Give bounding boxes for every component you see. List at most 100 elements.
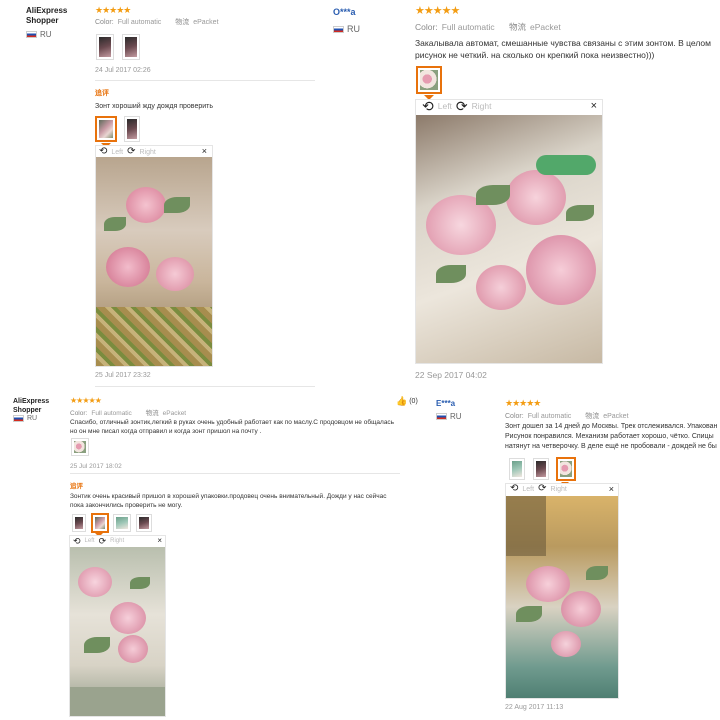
rotate-left-icon[interactable]: ⟲ <box>422 99 434 113</box>
rotate-left-button[interactable]: Left <box>522 486 534 493</box>
thumb-up-icon[interactable]: 👍 <box>396 396 407 407</box>
flag-ru-icon <box>26 31 37 38</box>
rotate-right-button[interactable]: Right <box>110 538 124 544</box>
shipping-value: ePacket <box>162 410 187 417</box>
divider <box>95 386 315 387</box>
order-meta: Color: Full automatic 物流 ePacket <box>505 411 629 421</box>
additional-feedback-date: 25 Jul 2017 23:32 <box>95 372 151 379</box>
color-label: Color: <box>70 410 88 417</box>
rotate-left-icon[interactable]: ⟲ <box>99 147 107 157</box>
rating-stars: ★★★★★ <box>505 398 541 408</box>
rating-stars: ★★★★★ <box>95 5 131 15</box>
review-thumbnail-selected[interactable] <box>91 513 109 533</box>
viewer-toolbar: ⟲ Left ⟳ Right <box>422 99 602 113</box>
color-label: Color: <box>505 413 524 420</box>
country-code: RU <box>40 30 52 39</box>
review-thumbnail[interactable] <box>72 514 86 532</box>
image-viewer: ⟲ Left ⟳ Right × <box>95 145 213 367</box>
review-date: 22 Aug 2017 11:13 <box>505 704 564 711</box>
image-viewer: ⟲ Left ⟳ Right × <box>505 483 619 699</box>
rotate-right-button[interactable]: Right <box>139 149 155 156</box>
flag-ru-icon <box>333 25 344 33</box>
reviewer-country: RU <box>436 412 462 421</box>
review-thumbnail-selected[interactable] <box>95 116 117 142</box>
review-photo <box>416 115 602 363</box>
review-text: Спасибо, отличный зонтик,легкий в руках … <box>70 419 395 435</box>
additional-feedback-text: Зонтик очень красивый пришол в хорошей у… <box>70 493 387 509</box>
review-date: 25 Jul 2017 18:02 <box>70 463 122 470</box>
rating-stars: ★★★★★ <box>70 396 102 405</box>
rotate-right-icon[interactable]: ⟳ <box>538 484 546 494</box>
shipping-label: 物流 <box>508 22 526 32</box>
review-thumbnail[interactable] <box>96 34 114 60</box>
viewer-toolbar: ⟲ Left ⟳ Right <box>99 147 212 157</box>
divider <box>70 473 400 474</box>
divider <box>95 80 315 81</box>
flag-ru-icon <box>13 415 24 422</box>
viewer-toolbar: ⟲ Left ⟳ Right <box>73 536 165 546</box>
review-photo <box>70 547 165 716</box>
close-icon[interactable]: × <box>609 484 614 494</box>
reviewer-country: RU <box>333 24 360 34</box>
review-thumbnail[interactable] <box>533 458 549 480</box>
rotate-left-button[interactable]: Left <box>111 149 123 156</box>
close-icon[interactable]: × <box>157 536 162 545</box>
reviewer-name[interactable]: E***a <box>436 399 455 409</box>
viewer-toolbar: ⟲ Left ⟳ Right <box>510 484 618 494</box>
review-date: 22 Sep 2017 04:02 <box>415 370 487 380</box>
country-code: RU <box>347 24 360 34</box>
country-code: RU <box>27 415 38 422</box>
shipping-value: ePacket <box>193 19 219 26</box>
close-icon[interactable]: × <box>202 146 207 156</box>
country-code: RU <box>450 412 462 421</box>
additional-feedback-text: Зонт хороший жду дождя проверить <box>95 103 213 110</box>
review-thumbnail-selected[interactable] <box>556 457 576 481</box>
rotate-right-button[interactable]: Right <box>472 101 492 111</box>
color-value: Full automatic <box>441 22 495 32</box>
color-value: Full automatic <box>91 410 132 417</box>
shipping-label: 物流 <box>175 19 190 26</box>
additional-feedback-label: 追评 <box>70 483 83 490</box>
additional-feedback-label: 追评 <box>95 90 109 97</box>
color-label: Color: <box>415 22 438 32</box>
shipping-label: 物流 <box>585 413 600 420</box>
review-thumbnail[interactable] <box>509 458 525 480</box>
review-thumbnail[interactable] <box>113 514 131 532</box>
review-photo <box>96 157 212 366</box>
review-text: Зонт дошел за 14 дней до Москвы. Трек от… <box>505 423 718 450</box>
review-thumbnail-selected[interactable] <box>416 66 442 94</box>
rotate-right-icon[interactable]: ⟳ <box>127 147 135 157</box>
color-value: Full automatic <box>527 413 572 420</box>
review-photo <box>506 496 618 698</box>
shipping-value: ePacket <box>603 413 629 420</box>
image-viewer: ⟲ Left ⟳ Right × <box>415 99 603 364</box>
rotate-right-button[interactable]: Right <box>550 486 566 493</box>
helpful-vote[interactable]: 👍 (0) <box>396 396 418 407</box>
flag-ru-icon <box>436 413 447 420</box>
review-date: 24 Jul 2017 02:26 <box>95 67 151 74</box>
review-text: Закалывала автомат, смешанные чувства св… <box>415 38 711 60</box>
rotate-left-icon[interactable]: ⟲ <box>73 536 81 546</box>
reviewer-country: RU <box>13 415 37 422</box>
rotate-left-button[interactable]: Left <box>85 538 95 544</box>
reviewer-name[interactable]: O***a <box>333 7 356 18</box>
order-meta: Color: Full automatic 物流 ePacket <box>415 21 561 33</box>
review-thumbnail[interactable] <box>136 514 152 532</box>
rotate-right-icon[interactable]: ⟳ <box>456 99 468 113</box>
review-thumbnail[interactable] <box>122 34 140 60</box>
image-viewer: ⟲ Left ⟳ Right × <box>69 535 166 717</box>
shipping-value: ePacket <box>530 22 561 32</box>
order-meta: Color: Full automatic 物流 ePacket <box>95 17 219 27</box>
color-value: Full automatic <box>117 19 162 26</box>
close-icon[interactable]: × <box>591 100 597 112</box>
rotate-right-icon[interactable]: ⟳ <box>99 536 107 546</box>
reviewer-country: RU <box>26 30 52 39</box>
rotate-left-button[interactable]: Left <box>438 101 452 111</box>
review-thumbnail[interactable] <box>71 438 89 456</box>
reviewer-name[interactable]: AliExpress Shopper <box>26 6 86 26</box>
review-thumbnail[interactable] <box>124 116 140 142</box>
reviewer-name[interactable]: AliExpress Shopper <box>13 397 68 415</box>
rotate-left-icon[interactable]: ⟲ <box>510 484 518 494</box>
order-meta: Color: Full automatic 物流 ePacket <box>70 407 186 417</box>
rating-stars: ★★★★★ <box>415 5 460 17</box>
